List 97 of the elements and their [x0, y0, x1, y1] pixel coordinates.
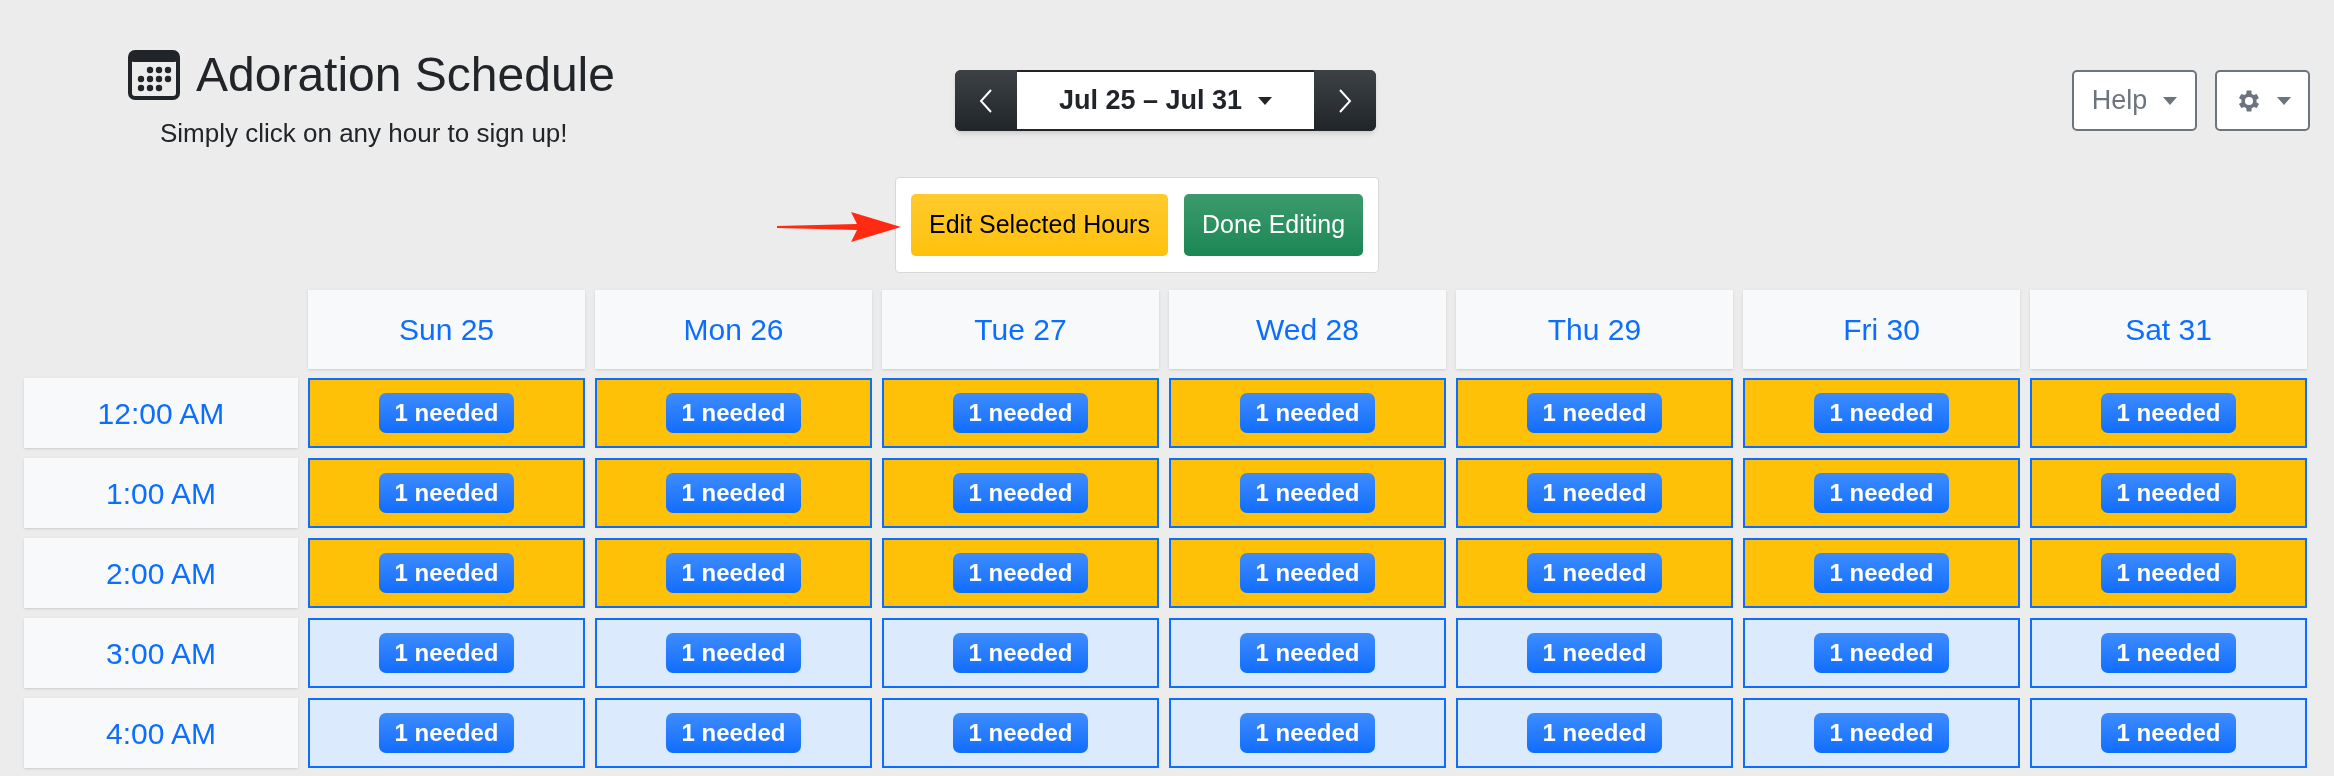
caret-icon	[1258, 96, 1273, 105]
time-label: 1:00 AM	[24, 458, 298, 528]
page-title: Adoration Schedule	[196, 51, 615, 99]
needed-badge: 1 needed	[1814, 473, 1949, 513]
time-label: 3:00 AM	[24, 618, 298, 688]
hour-slot[interactable]: 1 needed	[2030, 618, 2307, 688]
edit-selected-hours-button[interactable]: Edit Selected Hours	[911, 194, 1168, 256]
needed-badge: 1 needed	[379, 633, 514, 673]
hour-slot[interactable]: 1 needed	[882, 698, 1159, 768]
hour-slot[interactable]: 1 needed	[2030, 538, 2307, 608]
needed-badge: 1 needed	[666, 473, 801, 513]
hour-slot[interactable]: 1 needed	[1743, 538, 2020, 608]
hour-slot[interactable]: 1 needed	[882, 378, 1159, 448]
hour-slot[interactable]: 1 needed	[1169, 458, 1446, 528]
hour-slot[interactable]: 1 needed	[595, 378, 872, 448]
day-header: Wed 28	[1169, 290, 1446, 369]
needed-badge: 1 needed	[379, 393, 514, 433]
needed-badge: 1 needed	[1527, 633, 1662, 673]
needed-badge: 1 needed	[953, 393, 1088, 433]
day-header: Mon 26	[595, 290, 872, 369]
hour-slot[interactable]: 1 needed	[1169, 378, 1446, 448]
needed-badge: 1 needed	[1527, 473, 1662, 513]
needed-badge: 1 needed	[2101, 633, 2236, 673]
needed-badge: 1 needed	[2101, 553, 2236, 593]
needed-badge: 1 needed	[1814, 553, 1949, 593]
hour-slot[interactable]: 1 needed	[2030, 378, 2307, 448]
needed-badge: 1 needed	[2101, 713, 2236, 753]
hour-slot[interactable]: 1 needed	[882, 618, 1159, 688]
hour-slot[interactable]: 1 needed	[1169, 698, 1446, 768]
help-dropdown[interactable]: Help	[2072, 70, 2197, 131]
hour-slot[interactable]: 1 needed	[308, 618, 585, 688]
next-week-button[interactable]	[1314, 70, 1376, 131]
hour-slot[interactable]: 1 needed	[308, 698, 585, 768]
needed-badge: 1 needed	[1240, 553, 1375, 593]
hour-slot[interactable]: 1 needed	[1456, 698, 1733, 768]
caret-icon	[2276, 96, 2291, 105]
needed-badge: 1 needed	[1240, 713, 1375, 753]
hour-slot[interactable]: 1 needed	[1456, 538, 1733, 608]
hour-slot[interactable]: 1 needed	[308, 538, 585, 608]
needed-badge: 1 needed	[1814, 633, 1949, 673]
needed-badge: 1 needed	[379, 553, 514, 593]
chevron-right-icon	[1338, 87, 1352, 114]
hour-slot[interactable]: 1 needed	[1743, 698, 2020, 768]
hour-slot[interactable]: 1 needed	[595, 618, 872, 688]
needed-badge: 1 needed	[379, 473, 514, 513]
day-header: Fri 30	[1743, 290, 2020, 369]
hour-slot[interactable]: 1 needed	[595, 538, 872, 608]
needed-badge: 1 needed	[1240, 393, 1375, 433]
day-header: Thu 29	[1456, 290, 1733, 369]
hour-slot[interactable]: 1 needed	[308, 458, 585, 528]
settings-dropdown[interactable]	[2215, 70, 2310, 131]
hour-slot[interactable]: 1 needed	[882, 458, 1159, 528]
hour-slot[interactable]: 1 needed	[308, 378, 585, 448]
needed-badge: 1 needed	[666, 393, 801, 433]
hour-slot[interactable]: 1 needed	[882, 538, 1159, 608]
day-header: Sun 25	[308, 290, 585, 369]
hour-slot[interactable]: 1 needed	[1456, 378, 1733, 448]
needed-badge: 1 needed	[666, 553, 801, 593]
hour-slot[interactable]: 1 needed	[2030, 698, 2307, 768]
hour-slot[interactable]: 1 needed	[1743, 618, 2020, 688]
needed-badge: 1 needed	[2101, 473, 2236, 513]
page-subtitle: Simply click on any hour to sign up!	[160, 117, 569, 150]
hour-slot[interactable]: 1 needed	[595, 698, 872, 768]
needed-badge: 1 needed	[666, 633, 801, 673]
needed-badge: 1 needed	[1527, 713, 1662, 753]
hour-slot[interactable]: 1 needed	[2030, 458, 2307, 528]
needed-badge: 1 needed	[1814, 713, 1949, 753]
hour-slot[interactable]: 1 needed	[1169, 538, 1446, 608]
needed-badge: 1 needed	[379, 713, 514, 753]
needed-badge: 1 needed	[953, 633, 1088, 673]
time-label: 2:00 AM	[24, 538, 298, 608]
hour-slot[interactable]: 1 needed	[1456, 458, 1733, 528]
hour-slot[interactable]: 1 needed	[1169, 618, 1446, 688]
week-dropdown[interactable]: Jul 25 – Jul 31	[1017, 72, 1314, 129]
needed-badge: 1 needed	[953, 473, 1088, 513]
time-label: 12:00 AM	[24, 378, 298, 448]
needed-badge: 1 needed	[1240, 633, 1375, 673]
hour-slot[interactable]: 1 needed	[1456, 618, 1733, 688]
day-header: Sat 31	[2030, 290, 2307, 369]
done-editing-button[interactable]: Done Editing	[1183, 194, 1364, 256]
chevron-left-icon	[979, 87, 993, 114]
needed-badge: 1 needed	[1527, 553, 1662, 593]
needed-badge: 1 needed	[1814, 393, 1949, 433]
previous-week-button[interactable]	[955, 70, 1017, 131]
hour-slot[interactable]: 1 needed	[1743, 458, 2020, 528]
caret-icon	[2163, 96, 2178, 105]
needed-badge: 1 needed	[666, 713, 801, 753]
hour-slot[interactable]: 1 needed	[1743, 378, 2020, 448]
calendar-icon	[128, 50, 180, 100]
needed-badge: 1 needed	[953, 713, 1088, 753]
time-label: 4:00 AM	[24, 698, 298, 768]
day-header: Tue 27	[882, 290, 1159, 369]
needed-badge: 1 needed	[1527, 393, 1662, 433]
needed-badge: 1 needed	[1240, 473, 1375, 513]
needed-badge: 1 needed	[2101, 393, 2236, 433]
needed-badge: 1 needed	[953, 553, 1088, 593]
hour-slot[interactable]: 1 needed	[595, 458, 872, 528]
